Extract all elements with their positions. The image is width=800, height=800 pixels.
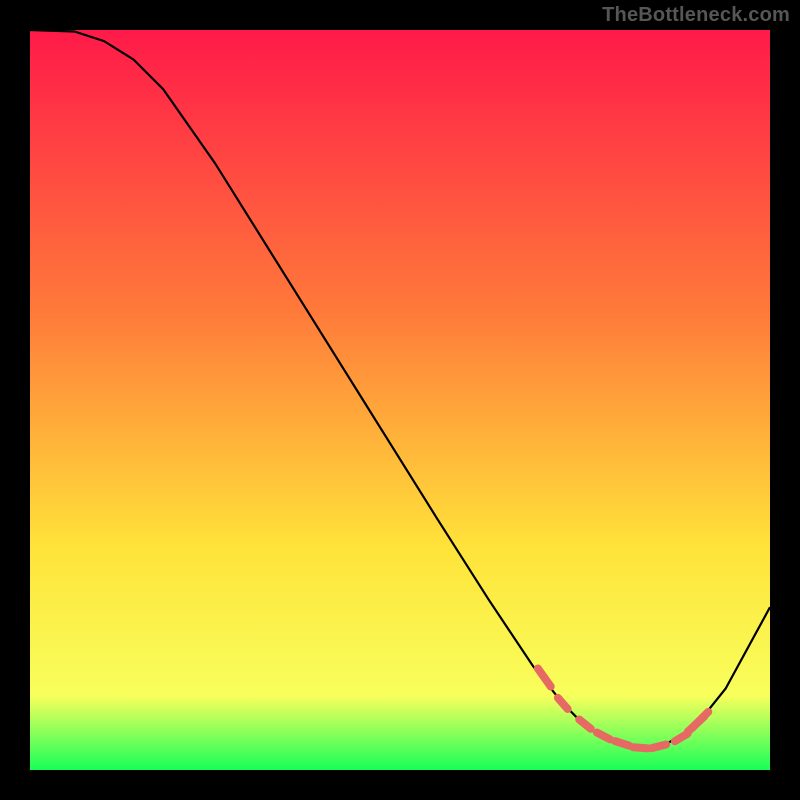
bottleneck-curve-chart: [30, 30, 770, 770]
chart-frame: TheBottleneck.com: [0, 0, 800, 800]
highlight-marker: [633, 747, 648, 748]
highlight-marker: [652, 744, 666, 748]
attribution-text: TheBottleneck.com: [602, 4, 790, 27]
highlight-marker: [615, 741, 629, 746]
gradient-background: [30, 30, 770, 770]
